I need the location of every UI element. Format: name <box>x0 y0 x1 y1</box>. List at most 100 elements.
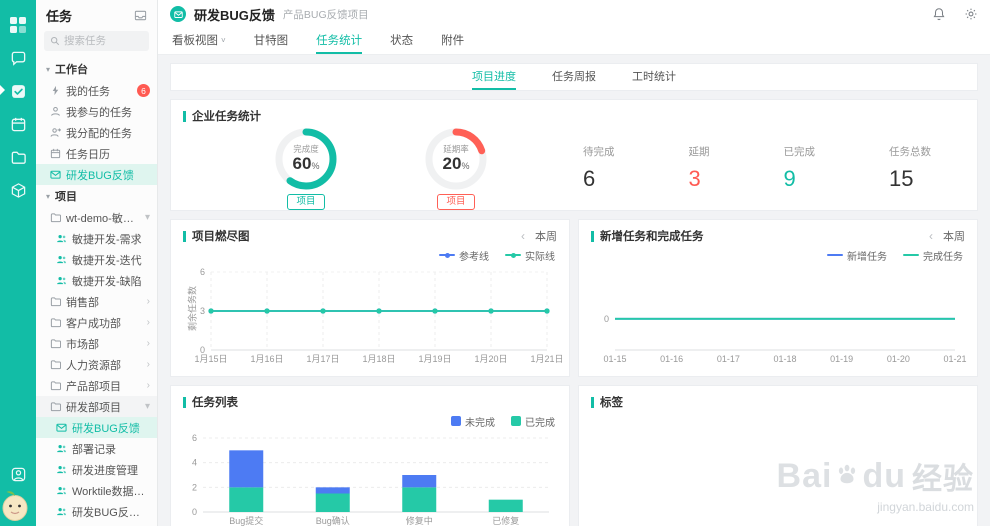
search-input[interactable] <box>64 35 136 47</box>
line-chart-svg: 0361月15日1月16日1月17日1月18日1月19日1月20日1月21日 <box>177 264 563 368</box>
sidebar-item[interactable]: 敏捷开发-需求 <box>36 228 157 249</box>
settings-gear-icon[interactable] <box>964 7 978 21</box>
tab-label: 看板视图 <box>172 32 218 48</box>
main-tab-4[interactable]: 附件 <box>441 28 464 54</box>
folder-icon <box>50 359 61 370</box>
chevron-left-icon[interactable]: ‹ <box>521 229 525 243</box>
svg-text:0: 0 <box>604 314 609 324</box>
legend-item[interactable]: 未完成 <box>451 414 495 429</box>
main-tab-0[interactable]: 看板视图˅ <box>172 28 226 54</box>
legend-marker <box>903 254 919 256</box>
unread-badge: 6 <box>137 84 150 97</box>
rail-user-icon[interactable] <box>3 459 33 489</box>
gauge-0: 完成度60%项目 <box>231 126 381 210</box>
period-selector[interactable]: ‹ 本周 <box>521 228 557 244</box>
inbox-icon[interactable] <box>134 9 147 22</box>
sidebar-item[interactable]: 研发BUG反馈01 <box>36 501 157 522</box>
period-label[interactable]: 本周 <box>943 228 965 244</box>
legend-item[interactable]: 已完成 <box>511 414 555 429</box>
rail-projects-icon[interactable] <box>3 142 33 172</box>
sidebar-item[interactable]: 研发部项目▾ <box>36 396 157 417</box>
sidebar-item[interactable]: 敏捷开发-迭代 <box>36 249 157 270</box>
chevron-right-icon: › <box>147 359 150 370</box>
tags-empty-area <box>579 412 977 526</box>
legend-label: 参考线 <box>459 248 489 263</box>
svg-text:01-18: 01-18 <box>773 354 796 364</box>
sidebar-item[interactable]: 研发BUG反馈 <box>36 417 157 438</box>
rail-logo-icon[interactable] <box>3 10 33 40</box>
sidebar-item[interactable]: 研发进度管理 <box>36 459 157 480</box>
legend-marker <box>439 254 455 256</box>
subtab-2[interactable]: 工时统计 <box>632 64 676 90</box>
folder-icon <box>50 401 61 412</box>
svg-text:6: 6 <box>192 433 197 443</box>
participate-icon <box>50 106 61 117</box>
sidebar-item[interactable]: 市场部› <box>36 333 157 354</box>
sidebar-item[interactable]: wt-demo-敏捷开发▾ <box>36 207 157 228</box>
app-rail <box>0 0 36 526</box>
folder-icon <box>50 317 61 328</box>
legend-marker-dot <box>445 253 450 258</box>
sidebar-section-header[interactable]: ▾工作台 <box>36 58 157 80</box>
sidebar-section-header[interactable]: ▾项目 <box>36 185 157 207</box>
sidebar-item[interactable]: 我的任务6 <box>36 80 157 101</box>
sidebar-item[interactable]: 客户成功部› <box>36 312 157 333</box>
svg-text:3: 3 <box>200 306 205 316</box>
sidebar-item[interactable]: 任务日历 <box>36 143 157 164</box>
sidebar-item[interactable]: 产品部项目› <box>36 375 157 396</box>
svg-text:Bug确认: Bug确认 <box>316 515 350 526</box>
svg-text:1月20日: 1月20日 <box>474 354 507 364</box>
subtab-1[interactable]: 任务周报 <box>552 64 596 90</box>
legend-item[interactable]: 实际线 <box>505 248 555 263</box>
main-tab-2[interactable]: 任务统计 <box>316 28 362 54</box>
svg-text:01-21: 01-21 <box>943 354 966 364</box>
sidebar-item[interactable]: 部署记录 <box>36 438 157 459</box>
period-selector[interactable]: ‹ 本周 <box>929 228 965 244</box>
rail-apps-icon[interactable] <box>3 175 33 205</box>
legend-label: 新增任务 <box>847 248 887 263</box>
svg-text:01-16: 01-16 <box>660 354 683 364</box>
sidebar-item[interactable]: 销售部› <box>36 291 157 312</box>
chevron-down-icon: ˅ <box>221 36 226 45</box>
gauge-tag[interactable]: 项目 <box>437 194 474 210</box>
gauge-tag[interactable]: 项目 <box>287 194 324 210</box>
subtab-label: 项目进度 <box>472 68 516 84</box>
svg-text:1月15日: 1月15日 <box>194 354 227 364</box>
sidebar-item[interactable]: 研发BUG反馈 <box>36 164 157 185</box>
legend-label: 已完成 <box>525 414 555 429</box>
search-icon <box>50 36 60 46</box>
main-tab-1[interactable]: 甘特图 <box>254 28 289 54</box>
main-tab-3[interactable]: 状态 <box>390 28 413 54</box>
team-icon <box>56 233 67 244</box>
rail-tasks-icon[interactable] <box>3 76 33 106</box>
svg-text:01-15: 01-15 <box>603 354 626 364</box>
sidebar-item[interactable]: 敏捷开发-缺陷 <box>36 270 157 291</box>
svg-text:01-19: 01-19 <box>830 354 853 364</box>
rail-chat-icon[interactable] <box>3 43 33 73</box>
gauge-unit: % <box>461 161 469 171</box>
chevron-left-icon[interactable]: ‹ <box>929 229 933 243</box>
period-label[interactable]: 本周 <box>535 228 557 244</box>
assign-icon <box>50 127 61 138</box>
legend-item[interactable]: 参考线 <box>439 248 489 263</box>
sidebar-item[interactable]: Worktile数据导入 <box>36 480 157 501</box>
legend-item[interactable]: 新增任务 <box>827 248 887 263</box>
legend-label: 实际线 <box>525 248 555 263</box>
folder-icon <box>50 338 61 349</box>
gauge-number: 60 <box>293 154 312 173</box>
section-label: 工作台 <box>55 61 88 77</box>
rail-calendar-icon[interactable] <box>3 109 33 139</box>
notifications-bell-icon[interactable] <box>932 7 946 21</box>
sidebar-item[interactable]: 人力资源部› <box>36 354 157 375</box>
subtab-0[interactable]: 项目进度 <box>472 64 516 90</box>
legend-label: 完成任务 <box>923 248 963 263</box>
enterprise-stats-panel: 企业任务统计 完成度60%项目延期率20%项目待完成6延期3已完成9任务总数15 <box>170 99 978 211</box>
sidebar-item[interactable]: 我分配的任务 <box>36 122 157 143</box>
chevron-right-icon: › <box>147 317 150 328</box>
sidebar-item[interactable]: 我参与的任务 <box>36 101 157 122</box>
team-icon <box>56 464 67 475</box>
search-box[interactable] <box>44 31 149 51</box>
sidebar-list: ▾工作台我的任务6我参与的任务我分配的任务任务日历研发BUG反馈▾项目wt-de… <box>36 58 157 526</box>
legend-item[interactable]: 完成任务 <box>903 248 963 263</box>
stat-label: 延期 <box>689 144 710 159</box>
